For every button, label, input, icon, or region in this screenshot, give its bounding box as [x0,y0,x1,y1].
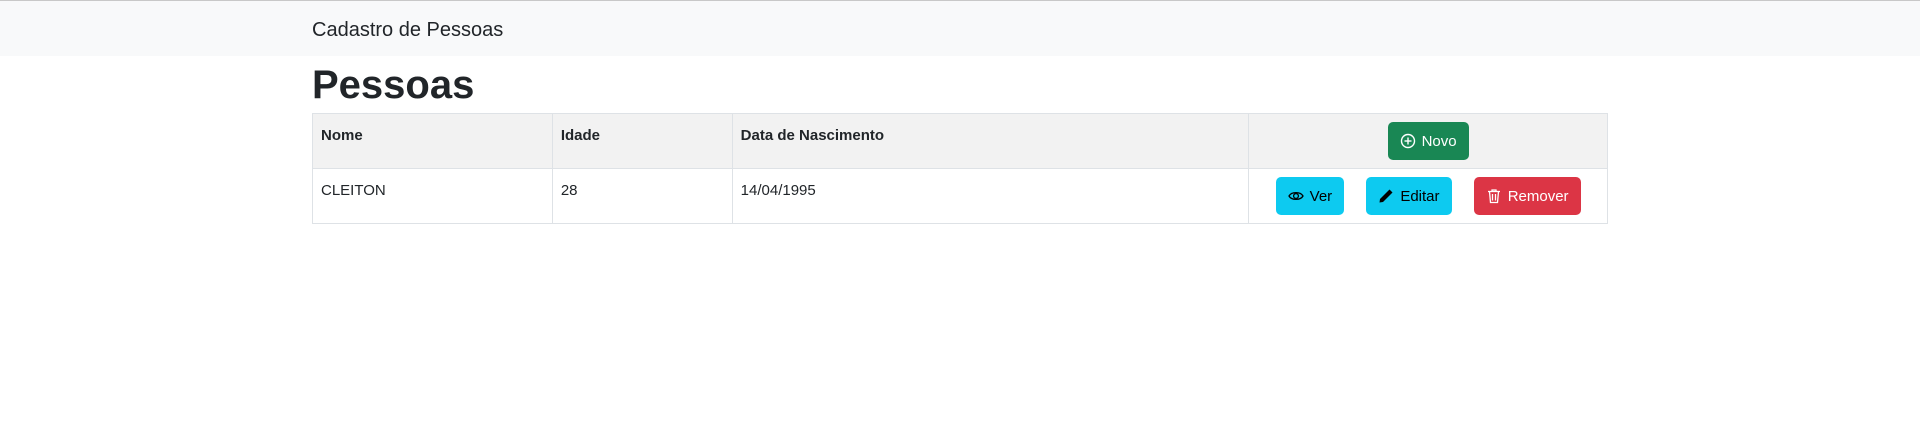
trash-icon [1486,188,1502,204]
eye-icon [1287,188,1304,204]
table-header-row: Nome Idade Data de Nascimento Novo [312,113,1608,169]
pencil-icon [1378,188,1394,204]
main-container: Pessoas Nome Idade Data de Nascimento No… [312,56,1608,224]
navbar: Cadastro de Pessoas [0,1,1920,56]
new-button[interactable]: Novo [1387,122,1469,160]
edit-button[interactable]: Editar [1366,177,1452,215]
cell-actions: Ver Editar Remover [1248,168,1608,224]
people-table: Nome Idade Data de Nascimento Novo CLEIT… [312,113,1608,224]
plus-circle-icon [1400,133,1416,149]
cell-nome: CLEITON [312,168,553,224]
view-button[interactable]: Ver [1275,177,1345,215]
page-title: Pessoas [312,63,475,107]
column-header-nome: Nome [312,113,553,169]
view-button-label: Ver [1309,187,1333,205]
remove-button[interactable]: Remover [1473,177,1581,215]
column-header-idade: Idade [551,113,733,169]
navbar-brand[interactable]: Cadastro de Pessoas [312,17,503,43]
column-header-nascimento: Data de Nascimento [731,113,1250,169]
remove-button-label: Remover [1507,187,1569,205]
cell-idade: 28 [551,168,733,224]
column-header-actions: Novo [1248,113,1608,169]
new-button-label: Novo [1421,132,1457,150]
edit-button-label: Editar [1400,187,1440,205]
cell-nascimento: 14/04/1995 [731,168,1250,224]
table-row: CLEITON 28 14/04/1995 Ver Editar Remover [312,168,1608,224]
